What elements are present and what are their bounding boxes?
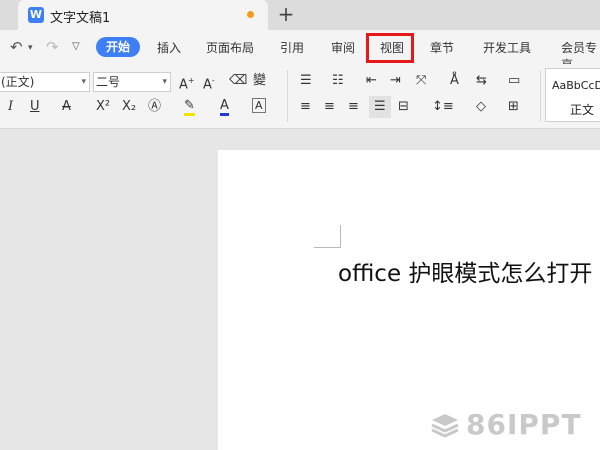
- shading-icon[interactable]: ◇: [476, 98, 486, 116]
- underline-icon[interactable]: U: [30, 98, 40, 116]
- character-border-icon[interactable]: A: [252, 98, 266, 113]
- font-size-select[interactable]: 二号 ▾: [93, 72, 171, 92]
- undo-dropdown-icon[interactable]: ▾: [28, 43, 33, 53]
- menu-item-review[interactable]: 审阅: [331, 39, 355, 56]
- writer-doc-icon: W: [28, 7, 44, 23]
- toolbar-separator: [287, 70, 288, 122]
- ribbon-menu-bar: ↶ ▾ ↷ ▽ 开始 插入 页面布局 引用 审阅 视图 章节 开发工具 会员专享: [0, 30, 600, 72]
- font-name-value: (正文): [1, 75, 35, 89]
- customize-dropdown-icon[interactable]: ▽: [72, 41, 80, 52]
- style-sample-text: AaBbCcD: [552, 79, 600, 92]
- font-color-icon[interactable]: A: [220, 98, 229, 116]
- toolbar-separator: [540, 70, 541, 122]
- menu-item-developer-tools[interactable]: 开发工具: [483, 39, 531, 56]
- align-center-icon[interactable]: ≡: [324, 98, 335, 116]
- font-name-select[interactable]: (正文) ▾: [0, 72, 90, 92]
- strikethrough-icon[interactable]: A: [62, 98, 71, 116]
- distribute-icon[interactable]: ⊟: [398, 98, 409, 116]
- document-text-latin: office: [338, 261, 402, 287]
- italic-icon[interactable]: I: [8, 98, 13, 116]
- watermark-text: 86IPPT: [466, 408, 582, 441]
- decrease-indent-icon[interactable]: ⇤: [366, 72, 377, 90]
- document-tab[interactable]: W 文字文稿1: [18, 0, 268, 30]
- document-text-chinese: 护眼模式怎么打开: [401, 261, 593, 287]
- style-name-label: 正文: [570, 103, 595, 117]
- document-body-text[interactable]: office 护眼模式怎么打开: [338, 254, 592, 288]
- text-effect-icon[interactable]: Ⓐ: [148, 98, 161, 116]
- align-left-icon[interactable]: ≡: [300, 98, 311, 116]
- font-size-value: 二号: [96, 75, 121, 89]
- menu-item-sections[interactable]: 章节: [430, 39, 454, 56]
- borders-icon[interactable]: ⊞: [508, 98, 519, 116]
- menu-item-references[interactable]: 引用: [280, 39, 304, 56]
- show-marks-icon[interactable]: ⇆: [476, 72, 487, 90]
- watermark-logo-icon: [431, 414, 459, 438]
- ruler-icon[interactable]: ▭: [508, 72, 520, 90]
- align-right-icon[interactable]: ≡: [348, 98, 359, 116]
- margin-corner-mark: [314, 225, 341, 248]
- phonetic-guide-icon[interactable]: 變: [253, 72, 266, 90]
- style-gallery-normal[interactable]: AaBbCcD 正文: [545, 68, 600, 122]
- tab-bar: W 文字文稿1 +: [0, 0, 600, 30]
- decrease-font-icon[interactable]: A-: [203, 72, 215, 94]
- bullet-list-icon[interactable]: ☰: [300, 72, 312, 90]
- chevron-down-icon: ▾: [81, 77, 86, 87]
- undo-icon[interactable]: ↶: [10, 38, 23, 56]
- redo-icon[interactable]: ↷: [46, 38, 59, 56]
- increase-font-icon[interactable]: A+: [179, 72, 195, 94]
- home-toolbar: (正文) ▾ 二号 ▾ A+ A- ⌫ 變 I U A X² X₂ Ⓐ ✎ A …: [0, 64, 600, 129]
- menu-item-insert[interactable]: 插入: [157, 39, 181, 56]
- document-tab-title: 文字文稿1: [50, 11, 111, 26]
- new-tab-plus-icon[interactable]: +: [276, 3, 296, 25]
- line-spacing-icon[interactable]: ↕≡: [432, 98, 454, 116]
- increase-indent-icon[interactable]: ⇥: [390, 72, 401, 90]
- numbered-list-icon[interactable]: ☷: [332, 72, 344, 90]
- justify-icon[interactable]: ☰: [374, 98, 386, 116]
- sort-icon[interactable]: Å: [450, 72, 459, 90]
- view-tab-highlight: [366, 33, 414, 63]
- unsaved-dot-icon: [247, 11, 254, 18]
- chevron-down-icon: ▾: [162, 77, 167, 87]
- menu-item-home[interactable]: 开始: [96, 37, 140, 57]
- chinese-layout-icon[interactable]: ⤧: [416, 72, 426, 90]
- highlight-pen-icon[interactable]: ✎: [184, 98, 195, 116]
- superscript-icon[interactable]: X²: [96, 98, 110, 116]
- document-page[interactable]: [218, 150, 600, 450]
- subscript-icon[interactable]: X₂: [122, 98, 136, 116]
- clear-format-eraser-icon[interactable]: ⌫: [229, 72, 247, 90]
- menu-item-page-layout[interactable]: 页面布局: [206, 39, 254, 56]
